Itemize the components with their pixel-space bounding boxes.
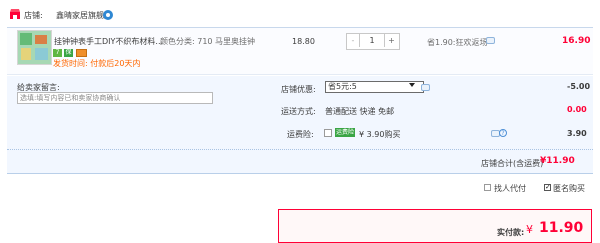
item-discount: 省1.90:狂欢返场 — [427, 38, 488, 47]
friend-pay-checkbox[interactable] — [484, 184, 491, 191]
insurance-price: ¥ 3.90购买 — [359, 130, 401, 139]
pay-currency: ¥ — [526, 223, 533, 236]
ship-time: 发货时间: 付款后20天内 — [53, 59, 141, 68]
decrease-quantity-button[interactable]: - — [347, 34, 360, 47]
shop-total-value: ¥11.90 — [540, 156, 575, 166]
dropdown-caret-icon — [409, 83, 415, 87]
info-badge-icon[interactable] — [103, 10, 113, 20]
item-thumbnail[interactable] — [17, 30, 52, 65]
seven-day-return-icon[interactable]: 7 — [53, 49, 62, 57]
friend-pay-label: 找人代付 — [494, 184, 526, 193]
item-subtotal: 16.90 — [562, 36, 591, 46]
guarantee-icon[interactable]: 保 — [64, 49, 73, 57]
delivery-fee: 0.00 — [567, 105, 587, 114]
item-spec: 颜色分类: 710 马里奥挂钟 — [160, 37, 256, 46]
pay-amount: 11.90 — [539, 220, 584, 236]
item-title-link[interactable]: 挂钟钟表手工DIY不织布材料... — [54, 36, 163, 47]
insurance-checkbox[interactable] — [324, 129, 332, 137]
shop-icon — [9, 9, 21, 19]
coupon-amount: -5.00 — [567, 82, 591, 91]
increase-quantity-button[interactable]: + — [384, 34, 398, 47]
help-icon[interactable]: ? — [499, 129, 507, 137]
unit-price: 18.80 — [292, 37, 315, 46]
shipping-insurance-icon: 运费险 — [335, 128, 355, 137]
seller-message-input[interactable]: 选填:填写内容已和卖家协商确认 — [17, 92, 213, 104]
insurance-amount: 3.90 — [567, 129, 587, 138]
chat-icon[interactable] — [421, 84, 430, 91]
coupon-label: 店铺优惠: — [281, 85, 316, 94]
anonymous-checkbox[interactable] — [544, 183, 551, 191]
anonymous-label: 匿名购买 — [553, 184, 585, 193]
quantity-input[interactable]: 1 — [360, 34, 384, 47]
shop-prefix: 店铺: — [24, 11, 43, 20]
delivery-label: 运送方式: — [281, 107, 316, 116]
credit-card-icon[interactable] — [76, 49, 87, 57]
shop-total-label: 店铺合计(含运费) — [481, 159, 544, 168]
chat-icon[interactable] — [486, 37, 495, 44]
pay-label: 实付款: — [497, 228, 525, 237]
insurance-label: 运费险: — [287, 130, 314, 139]
delivery-method: 普通配送 快递 免邮 — [325, 107, 395, 116]
